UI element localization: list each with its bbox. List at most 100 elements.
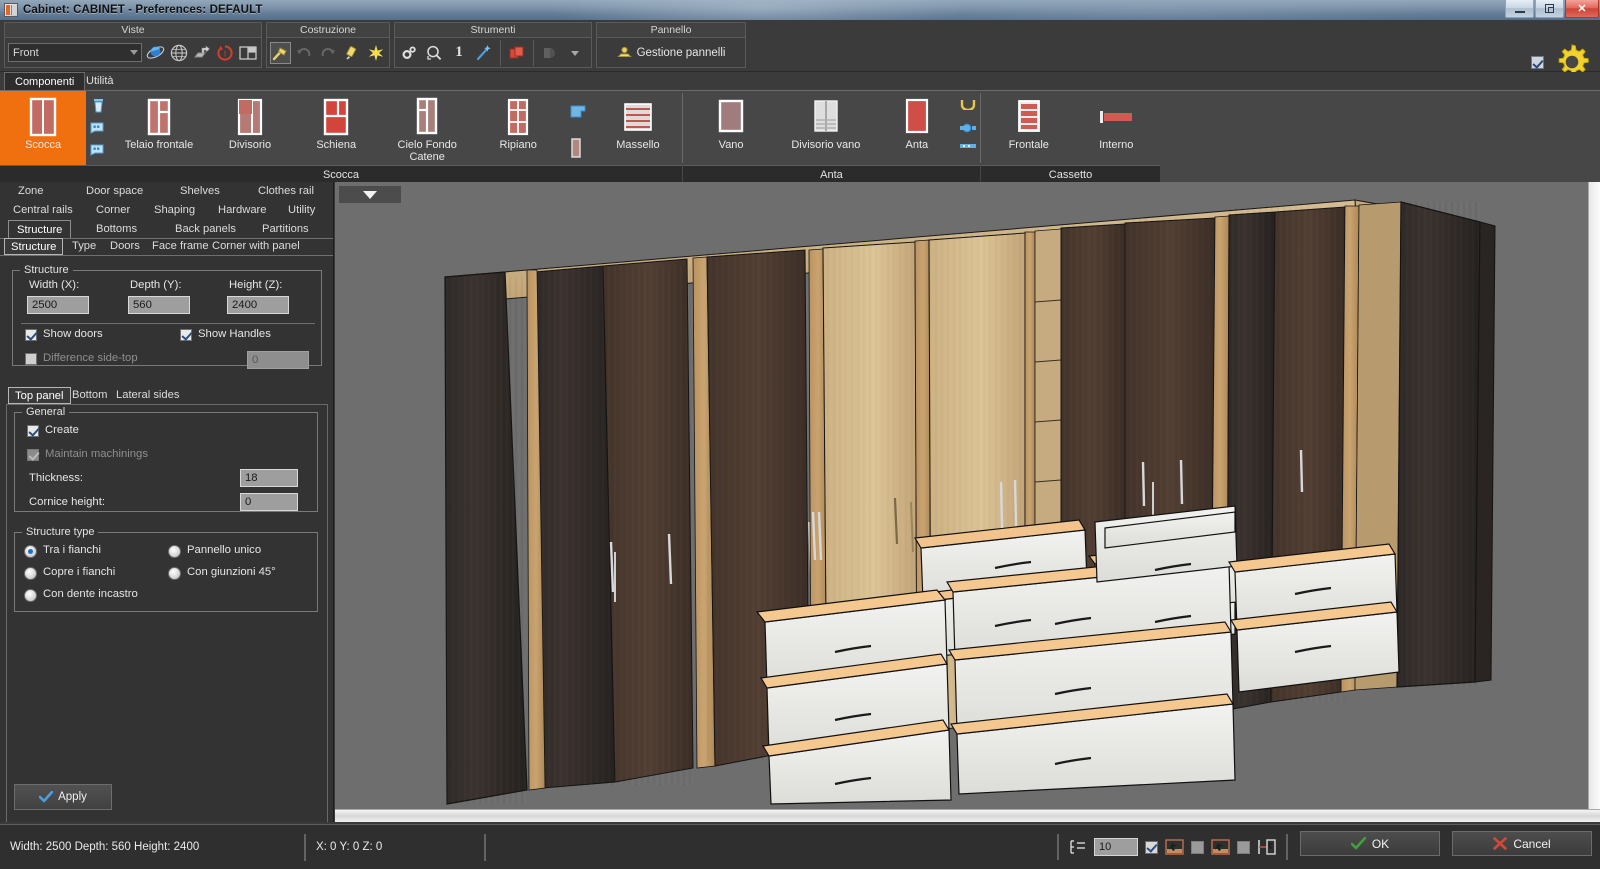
ribbon-item-vano[interactable]: Vano [689, 91, 773, 165]
subtab-type[interactable]: Type [72, 238, 96, 255]
height-input[interactable]: 2400 [227, 296, 289, 314]
difference-side-top-checkbox[interactable] [25, 353, 37, 365]
thickness-input[interactable]: 18 [240, 469, 298, 487]
globe-blue-icon[interactable] [145, 42, 166, 64]
ribbon-item-ripiano-label: Ripiano [499, 139, 537, 151]
globe-wire-icon[interactable] [169, 42, 189, 64]
hinge-icon[interactable] [959, 120, 977, 136]
difference-side-top-input[interactable]: 0 [247, 351, 309, 369]
anta-mini-icons [955, 91, 980, 165]
hammer-icon[interactable] [270, 41, 291, 64]
status-toggle-a-checkbox[interactable] [1145, 840, 1158, 854]
ribbon-item-anta[interactable]: Anta [879, 91, 956, 165]
nav-tab-hardware[interactable]: Hardware [218, 201, 267, 219]
create-checkbox[interactable] [27, 425, 39, 437]
snap-face-icon[interactable] [1211, 839, 1230, 855]
nav-tab-partitions[interactable]: Partitions [262, 220, 309, 238]
trash-icon[interactable] [90, 98, 108, 114]
handle-icon[interactable] [959, 98, 977, 114]
ribbon-item-divisorio[interactable]: Divisorio [207, 91, 293, 165]
nav-tab-back-panels[interactable]: Back panels [175, 220, 236, 238]
subtab-structure[interactable]: Structure [4, 238, 64, 255]
ribbon-item-massello[interactable]: Massello [594, 91, 682, 165]
panel-piece-icon[interactable] [569, 137, 587, 158]
one-icon[interactable]: one-icon 1 [448, 42, 470, 64]
nav-tab-shaping[interactable]: Shaping [154, 201, 195, 219]
sparkle-icon[interactable] [365, 42, 386, 64]
nav-tab-clothes-rail[interactable]: Clothes rail [258, 182, 314, 200]
drawer-front-icon [1009, 96, 1049, 136]
subtab-doors[interactable]: Doors [110, 238, 140, 255]
tag-icon[interactable] [90, 120, 108, 136]
show-doors-checkbox[interactable] [25, 329, 37, 341]
nav-tab-shelves[interactable]: Shelves [180, 182, 220, 200]
viewport-horizontal-scrollbar[interactable] [335, 809, 1600, 822]
nav-tab-corner[interactable]: Corner [96, 201, 130, 219]
view-select[interactable]: Front [8, 43, 142, 62]
tab-utilita[interactable]: Utilità [76, 72, 124, 90]
dropdown-arrow-icon[interactable] [564, 42, 586, 64]
ok-button[interactable]: OK [1300, 831, 1440, 856]
rail-icon[interactable] [959, 142, 977, 158]
radio-copre-i-fianchi[interactable] [24, 567, 37, 580]
snap-edge-icon[interactable] [1165, 839, 1184, 855]
copy-red-icon[interactable] [506, 42, 528, 64]
snap-list-icon[interactable] [1069, 839, 1087, 855]
corner-piece-icon[interactable] [569, 104, 587, 120]
radio-con-giunzioni-45[interactable] [168, 567, 181, 580]
nav-tab-zone[interactable]: Zone [18, 182, 44, 200]
tab-bottom[interactable]: Bottom [72, 387, 107, 404]
radio-tra-i-fianchi[interactable] [24, 545, 37, 558]
ribbon-item-cielo-fondo-catene[interactable]: Cielo Fondo Catene [379, 91, 475, 165]
undo-icon[interactable] [294, 42, 315, 64]
ribbon-item-divisorio-vano[interactable]: Divisorio vano [773, 91, 878, 165]
show-handles-checkbox[interactable] [180, 329, 192, 341]
viewport-3d[interactable] [335, 182, 1600, 809]
ribbon-item-scocca[interactable]: Scocca [0, 91, 87, 165]
ribbon-item-interno[interactable]: Interno [1073, 91, 1161, 165]
tab-top-panel[interactable]: Top panel [8, 387, 71, 404]
close-button[interactable]: ✕ [1565, 0, 1599, 18]
ribbon-item-telaio-frontale[interactable]: Telaio frontale [111, 91, 207, 165]
cancel-button[interactable]: Cancel [1452, 831, 1592, 856]
status-toggle-b-checkbox[interactable] [1191, 840, 1204, 854]
tag-alt-icon[interactable] [90, 142, 108, 158]
nav-tab-door-space[interactable]: Door space [86, 182, 143, 200]
minimize-button[interactable] [1505, 0, 1534, 18]
subtab-corner-with-panel[interactable]: Corner with panel [212, 238, 300, 255]
nav-tab-bottoms[interactable]: Bottoms [96, 220, 137, 238]
split-view-icon[interactable] [238, 42, 258, 64]
eraser-icon[interactable] [341, 42, 362, 64]
nav-tab-utility[interactable]: Utility [288, 201, 315, 219]
subtab-face-frame[interactable]: Face frame [152, 238, 209, 255]
tab-componenti[interactable]: Componenti [4, 72, 86, 90]
ribbon-item-ripiano[interactable]: Ripiano [475, 91, 561, 165]
cornice-height-input[interactable]: 0 [240, 493, 298, 511]
maintain-machinings-checkbox[interactable] [27, 449, 39, 461]
nav-tab-structure[interactable]: Structure [8, 220, 72, 239]
reset-view-icon[interactable]: ! [215, 42, 235, 64]
redo-icon[interactable] [318, 42, 339, 64]
zoom-search-icon[interactable] [423, 42, 445, 64]
render-icon[interactable] [539, 42, 561, 64]
width-input[interactable]: 2500 [27, 296, 89, 314]
apply-button[interactable]: Apply [14, 784, 112, 810]
toolbar-toggle-checkbox[interactable] [1531, 56, 1544, 69]
gestione-pannelli-button[interactable]: Gestione pannelli [608, 42, 735, 64]
depth-input[interactable]: 560 [128, 296, 190, 314]
status-toggle-c-checkbox[interactable] [1237, 840, 1250, 854]
restore-button[interactable] [1535, 0, 1564, 18]
ribbon-item-schiena[interactable]: Schiena [293, 91, 379, 165]
snap-midpoint-icon[interactable] [1257, 839, 1276, 855]
export-view-icon[interactable] [192, 42, 212, 64]
settings-gears-icon[interactable] [398, 42, 420, 64]
step-input[interactable]: 10 [1094, 838, 1138, 856]
magic-wand-icon[interactable] [473, 42, 495, 64]
viewport-menu-button[interactable] [339, 186, 401, 203]
viewport-vertical-scrollbar[interactable] [1588, 182, 1600, 809]
tab-lateral-sides[interactable]: Lateral sides [116, 387, 179, 404]
ribbon-item-frontale[interactable]: Frontale [985, 91, 1073, 165]
nav-tab-central-rails[interactable]: Central rails [13, 201, 73, 219]
radio-con-dente-incastro[interactable] [24, 589, 37, 602]
radio-pannello-unico[interactable] [168, 545, 181, 558]
